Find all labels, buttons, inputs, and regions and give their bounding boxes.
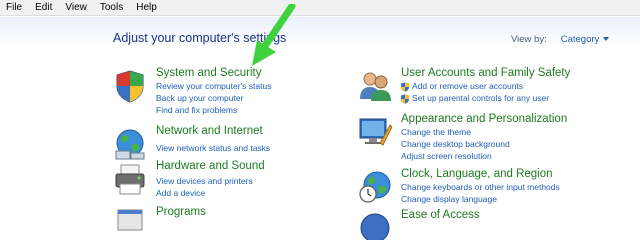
find-fix-problems-link[interactable]: Find and fix problems: [156, 105, 237, 115]
programs-icon[interactable]: [113, 208, 147, 240]
hardware-sound-link[interactable]: Hardware and Sound: [156, 160, 265, 172]
menu-view[interactable]: View: [65, 2, 87, 13]
appearance-icon[interactable]: [358, 115, 392, 149]
menu-edit[interactable]: Edit: [35, 2, 52, 13]
parental-controls-link[interactable]: Set up parental controls for any user: [412, 93, 549, 103]
view-by-label: View by:: [511, 34, 547, 45]
change-theme-link[interactable]: Change the theme: [401, 127, 471, 137]
backup-link[interactable]: Back up your computer: [156, 93, 243, 103]
menu-help[interactable]: Help: [136, 2, 157, 13]
chevron-down-icon[interactable]: [603, 37, 610, 42]
view-by-dropdown[interactable]: Category: [561, 34, 600, 45]
change-language-link[interactable]: Change display language: [401, 194, 497, 204]
uac-shield-icon: [401, 94, 409, 104]
change-keyboards-link[interactable]: Change keyboards or other input methods: [401, 182, 560, 192]
programs-link[interactable]: Programs: [156, 206, 206, 218]
view-network-status-link[interactable]: View network status and tasks: [156, 143, 270, 153]
screen-resolution-link[interactable]: Adjust screen resolution: [401, 151, 492, 161]
menu-tools[interactable]: Tools: [100, 2, 123, 13]
ease-of-access-icon[interactable]: [358, 211, 392, 240]
view-by-control: View by: Category: [511, 34, 610, 45]
users-icon[interactable]: [358, 69, 392, 103]
ease-of-access-link[interactable]: Ease of Access: [401, 209, 480, 221]
add-remove-users-link[interactable]: Add or remove user accounts: [412, 81, 523, 91]
shield-flag-icon[interactable]: [113, 69, 147, 103]
add-device-link[interactable]: Add a device: [156, 188, 205, 198]
printer-icon[interactable]: [113, 162, 147, 196]
uac-shield-icon: [401, 82, 409, 92]
appearance-personalization-link[interactable]: Appearance and Personalization: [401, 113, 567, 125]
menu-file[interactable]: File: [6, 2, 22, 13]
change-background-link[interactable]: Change desktop background: [401, 139, 510, 149]
clock-language-region-link[interactable]: Clock, Language, and Region: [401, 168, 553, 180]
user-accounts-link[interactable]: User Accounts and Family Safety: [401, 67, 570, 79]
review-status-link[interactable]: Review your computer's status: [156, 81, 271, 91]
menu-bar: File Edit View Tools Help: [0, 0, 640, 16]
clock-globe-icon[interactable]: [358, 170, 392, 204]
view-devices-link[interactable]: View devices and printers: [156, 176, 253, 186]
annotation-arrow-icon: [252, 4, 296, 66]
network-internet-link[interactable]: Network and Internet: [156, 125, 263, 137]
globe-network-icon[interactable]: [113, 127, 147, 161]
